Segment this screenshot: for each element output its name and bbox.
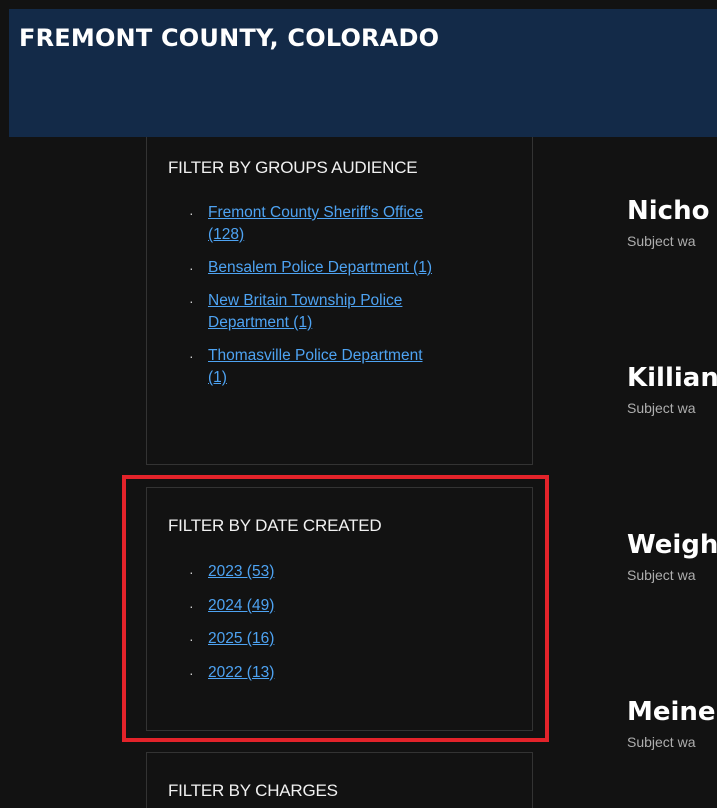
page: FREMONT COUNTY, COLORADO FILTER BY GROUP… — [0, 0, 717, 808]
result-item[interactable]: Nicho Subject wa — [627, 196, 709, 249]
results-column: Nicho Subject wa Killian Subject wa Weig… — [0, 0, 717, 808]
result-item[interactable]: Weigh Subject wa — [627, 530, 717, 583]
result-name[interactable]: Nicho — [627, 196, 709, 226]
result-description: Subject wa — [627, 734, 696, 750]
result-name[interactable]: Killian — [627, 363, 717, 393]
result-name[interactable]: Weigh — [627, 530, 717, 560]
result-item[interactable]: Killian Subject wa — [627, 363, 717, 416]
result-description: Subject wa — [627, 567, 696, 583]
result-name[interactable]: Meine — [627, 697, 716, 727]
result-description: Subject wa — [627, 233, 696, 249]
result-description: Subject wa — [627, 400, 696, 416]
result-item[interactable]: Meine Subject wa — [627, 697, 716, 750]
